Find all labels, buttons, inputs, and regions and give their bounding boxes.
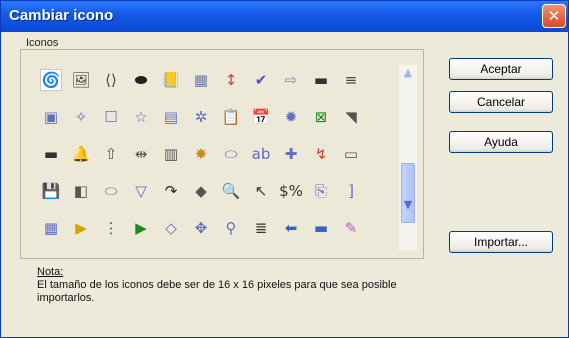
curved-arrow-icon[interactable]: ↷ xyxy=(160,180,182,202)
image-icon[interactable]: 🖼 xyxy=(70,69,92,91)
spellcheck-icon[interactable]: ✔ xyxy=(250,69,272,91)
close-button[interactable]: ✕ xyxy=(542,4,566,28)
table-icon[interactable]: ▤ xyxy=(160,106,182,128)
accept-button[interactable]: Aceptar xyxy=(449,58,553,80)
ellipse-icon[interactable]: ⬬ xyxy=(130,69,152,91)
scroll-thumb[interactable] xyxy=(401,163,415,223)
distribute-icon[interactable]: ⇹ xyxy=(130,143,152,165)
symbols-icon[interactable]: $% xyxy=(279,180,303,202)
table-grid-icon[interactable]: ▦ xyxy=(40,217,62,239)
media-icon[interactable]: ▶ xyxy=(130,217,152,239)
star-icon[interactable]: ☆ xyxy=(130,106,152,128)
sort-icon[interactable]: ↕ xyxy=(220,69,242,91)
arrow-right-icon[interactable]: ⇨ xyxy=(280,69,302,91)
icons-group-label: Iconos xyxy=(24,37,61,49)
zoom-icon[interactable]: 🔍 xyxy=(220,180,242,202)
plus-shape-icon[interactable]: ✚ xyxy=(280,143,302,165)
navigator-icon[interactable]: ✥ xyxy=(190,217,212,239)
triangle-down-icon[interactable]: ▽ xyxy=(130,180,152,202)
scroll-up-icon[interactable]: ▲ xyxy=(399,65,417,81)
arrow-up-icon[interactable]: ⇧ xyxy=(100,143,122,165)
cross-box-icon[interactable]: ⊠ xyxy=(310,106,332,128)
form-icon[interactable]: 📋 xyxy=(220,106,242,128)
ramp-icon[interactable]: ◥ xyxy=(340,106,362,128)
diamond-star-icon[interactable]: ✧ xyxy=(70,106,92,128)
icon-grid[interactable]: 🌀 🖼 ⟨⟩ ⬬ 📒 ▦ ↕ ✔ ⇨ ▬ ≡ ▣ ✧ ☐ ☆ ▤ ✲ 📋 📅 ✹ ⊠ ◥ ▬ 🔔 ⇧ ⇹ ▥ ✸ ⬭ ab ✚ ↯ ▭ 💾 ◧ ⬭ ▽ ↷… xyxy=(36,63,386,251)
calendar-icon[interactable]: 📅 xyxy=(250,106,272,128)
window-title: Cambiar icono xyxy=(9,7,114,24)
strip-icon[interactable]: ▬ xyxy=(310,217,332,239)
list-icon[interactable]: ≣ xyxy=(250,217,272,239)
bracket-icon[interactable]: ] xyxy=(340,180,362,202)
notebook-icon[interactable]: 📒 xyxy=(160,69,182,91)
change-icon-dialog: Cambiar icono ✕ Iconos 🌀 🖼 ⟨⟩ ⬬ 📒 ▦ ↕ ✔ ⇨ ▬ ≡ ▣ ✧ ☐ ☆ ▤… xyxy=(0,0,569,338)
frame-icon[interactable]: ▣ xyxy=(40,106,62,128)
zigzag-icon[interactable]: ↯ xyxy=(310,143,332,165)
square-icon[interactable]: ☐ xyxy=(100,106,122,128)
swirl-icon[interactable]: 🌀 xyxy=(40,69,62,91)
diamond-icon[interactable]: ◇ xyxy=(160,217,182,239)
wand-icon[interactable]: ✎ xyxy=(340,217,362,239)
sun-icon[interactable]: ✹ xyxy=(280,106,302,128)
dark-bar-icon[interactable]: ▬ xyxy=(40,143,62,165)
burst-icon[interactable]: ✲ xyxy=(190,106,212,128)
save-icon[interactable]: 💾 xyxy=(40,180,62,202)
scroll-down-icon[interactable]: ▼ xyxy=(399,197,417,213)
bar-icon[interactable]: ▬ xyxy=(310,69,332,91)
import-button[interactable]: Importar... xyxy=(449,231,553,253)
bell-icon[interactable]: 🔔 xyxy=(70,143,92,165)
spin-icon[interactable]: ⋮ xyxy=(100,217,122,239)
cancel-button[interactable]: Cancelar xyxy=(449,91,553,113)
title-bar: Cambiar icono ✕ xyxy=(1,1,568,32)
help-button[interactable]: Ayuda xyxy=(449,131,553,153)
paste-icon[interactable]: ⎘ xyxy=(310,180,332,202)
split-panel-icon[interactable]: ◧ xyxy=(70,180,92,202)
close-icon: ✕ xyxy=(547,7,561,25)
note-text: El tamaño de los iconos debe ser de 16 x… xyxy=(37,279,397,304)
pin-icon[interactable]: ⚲ xyxy=(220,217,242,239)
banner-icon[interactable]: ◆ xyxy=(190,180,212,202)
note-box: Nota: El tamaño de los iconos debe ser d… xyxy=(37,266,437,305)
code-brackets-icon[interactable]: ⟨⟩ xyxy=(100,69,122,91)
text-box-icon[interactable]: ab xyxy=(250,143,272,165)
rounded-rect-icon[interactable]: ⬭ xyxy=(220,143,242,165)
grid-icon[interactable]: ▦ xyxy=(190,69,212,91)
wide-bar-icon[interactable]: ▭ xyxy=(340,143,362,165)
play-icon[interactable]: ▶ xyxy=(70,217,92,239)
back-arrow-icon[interactable]: ⬅ xyxy=(280,217,302,239)
sparkle-icon[interactable]: ✸ xyxy=(190,143,212,165)
capsule-icon[interactable]: ⬭ xyxy=(100,180,122,202)
note-title: Nota: xyxy=(37,266,64,278)
columns-icon[interactable]: ▥ xyxy=(160,143,182,165)
vertical-scrollbar[interactable]: ▲ ▼ xyxy=(399,65,417,251)
pointer-icon[interactable]: ↖ xyxy=(250,180,272,202)
lines-icon[interactable]: ≡ xyxy=(340,69,362,91)
